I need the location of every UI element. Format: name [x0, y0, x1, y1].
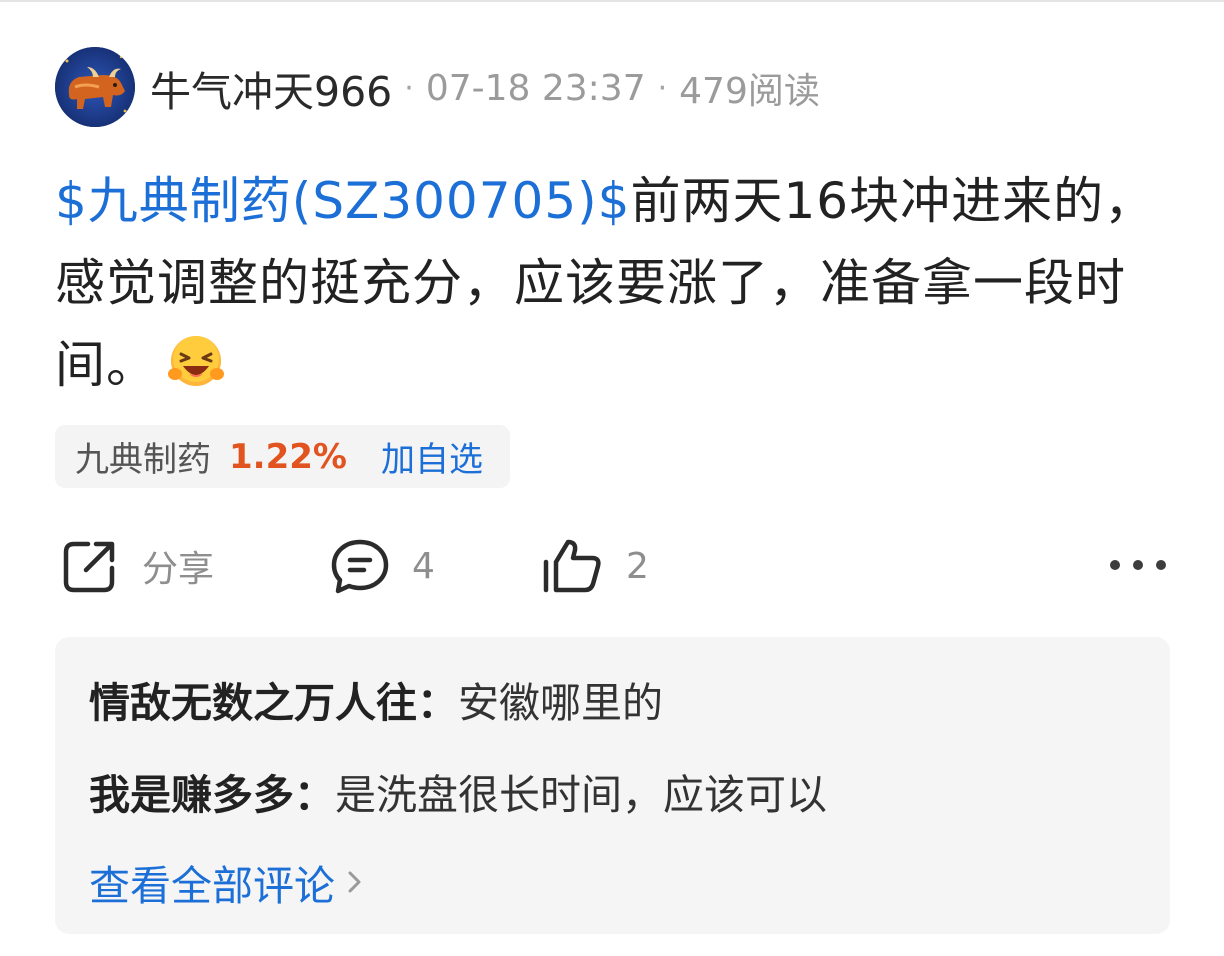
like-count: 2 [626, 545, 649, 587]
comment-button[interactable]: 4 [330, 534, 435, 598]
post-time: 07-18 23:37 [425, 67, 646, 109]
more-options-icon[interactable] [1110, 550, 1166, 580]
comment-text: 安徽哪里的 [458, 679, 663, 727]
meta-separator: · [404, 70, 414, 106]
comment-count: 4 [412, 545, 435, 587]
more-dot [1110, 560, 1120, 570]
post-body: $九典制药(SZ300705)$前两天16块冲进来的，感觉调整的挺充分，应该要涨… [55, 160, 1175, 406]
more-dot [1133, 560, 1143, 570]
comment-preview-box: 情敌无数之万人往：安徽哪里的 我是赚多多：是洗盘很长时间，应该可以 查看全部评论 [55, 637, 1170, 934]
comment-item[interactable]: 情敌无数之万人往：安徽哪里的 [89, 669, 663, 729]
chevron-right-icon [348, 871, 361, 893]
author-name[interactable]: 牛气冲天966 [150, 58, 392, 118]
comment-user: 情敌无数之万人往： [89, 679, 458, 727]
view-all-comments-link[interactable]: 查看全部评论 [89, 852, 363, 912]
stock-link[interactable]: $九典制药(SZ300705)$ [55, 172, 631, 230]
view-all-label: 查看全部评论 [89, 862, 335, 910]
avatar[interactable] [55, 47, 135, 127]
post-header: 牛气冲天966 · 07-18 23:37 · 479阅读 [150, 62, 820, 117]
ox-avatar-icon [55, 47, 135, 127]
share-button[interactable]: 分享 [60, 534, 214, 598]
share-label: 分享 [142, 549, 215, 590]
comment-item[interactable]: 我是赚多多：是洗盘很长时间，应该可以 [89, 761, 827, 821]
read-count: 479阅读 [679, 71, 820, 112]
share-icon [63, 541, 115, 593]
like-button[interactable]: 2 [540, 534, 649, 598]
stock-name: 九典制药 [75, 440, 211, 480]
stock-change: 1.22% [229, 436, 347, 477]
comment-icon [331, 539, 389, 594]
thumbs-up-icon [543, 539, 601, 593]
top-divider [0, 0, 1224, 2]
comment-text: 是洗盘很长时间，应该可以 [335, 771, 827, 819]
add-watchlist-button[interactable]: 加自选 [381, 432, 483, 481]
comment-user: 我是赚多多： [89, 771, 335, 819]
meta-separator-2: · [657, 70, 668, 106]
stock-chip[interactable]: 九典制药 1.22% 加自选 [55, 425, 510, 488]
more-dot [1156, 560, 1166, 570]
laughing-face-icon [167, 332, 225, 390]
